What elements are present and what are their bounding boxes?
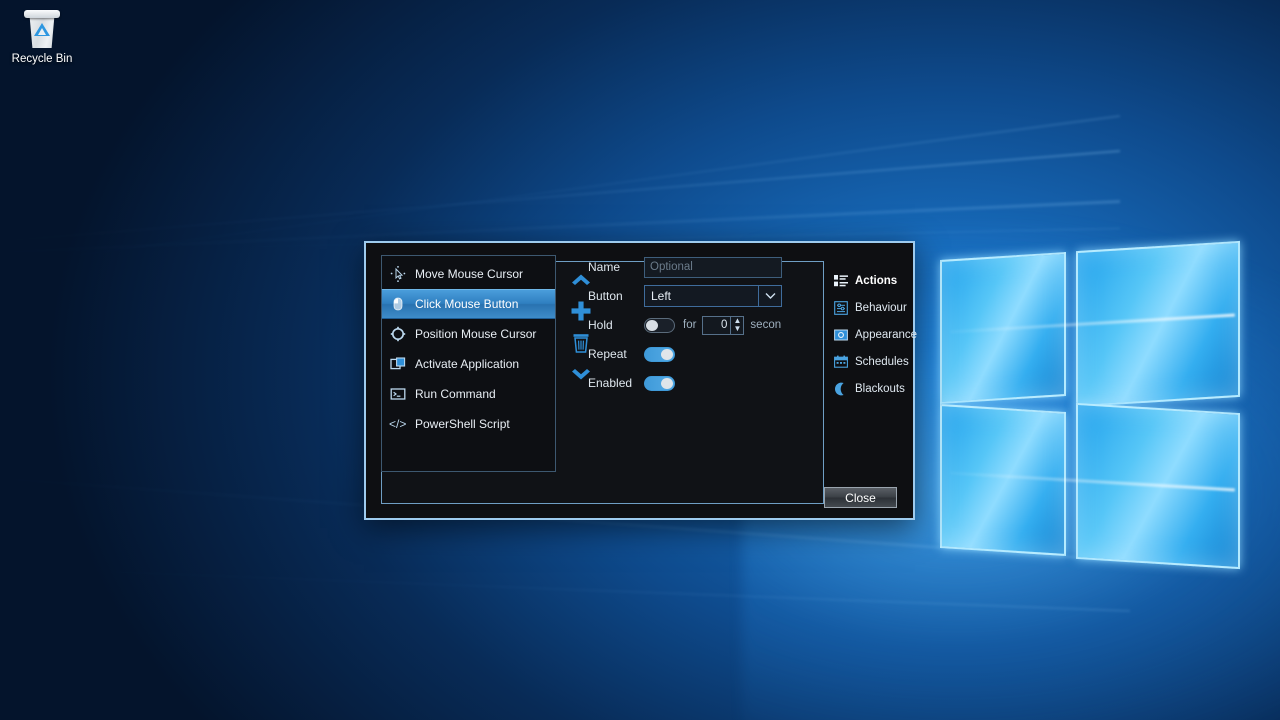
enabled-label: Enabled [588, 376, 633, 390]
window-body: Move Mouse Cursor Click Mouse Button Pos… [366, 243, 918, 518]
click-mouse-button-icon [389, 295, 407, 313]
action-item-activate-application[interactable]: Activate Application [382, 349, 555, 379]
button-label: Button [588, 289, 623, 303]
enabled-toggle[interactable] [644, 375, 675, 391]
hold-toggle[interactable] [644, 317, 675, 333]
nav-item-behaviour[interactable]: Behaviour [834, 294, 914, 321]
repeat-toggle[interactable] [644, 346, 675, 362]
action-item-label: Activate Application [415, 357, 520, 371]
action-item-label: Run Command [415, 387, 496, 401]
repeat-label: Repeat [588, 347, 627, 361]
form-rows: Name Button Left Hold [588, 253, 808, 398]
hold-seconds-label: secon [750, 319, 782, 331]
actions-list-icon [834, 274, 848, 288]
position-mouse-cursor-icon [389, 325, 407, 343]
action-item-run-command[interactable]: Run Command [382, 379, 555, 409]
nav-item-label: Blackouts [855, 382, 905, 395]
nav-item-label: Appearance [855, 328, 918, 341]
repeat-row: Repeat [588, 340, 808, 368]
button-row: Button Left [588, 282, 808, 310]
action-item-label: Position Mouse Cursor [415, 327, 537, 341]
hold-row: Hold for 0 ▲ ▼ secon [588, 311, 808, 339]
action-list[interactable]: Move Mouse Cursor Click Mouse Button Pos… [381, 255, 556, 472]
hold-seconds-value: 0 [721, 319, 728, 331]
hold-for-text: for [683, 319, 697, 331]
nav-item-label: Schedules [855, 355, 909, 368]
hold-seconds-stepper[interactable]: 0 ▲ ▼ [702, 315, 745, 335]
nav-item-label: Actions [855, 274, 898, 287]
nav-item-label: Behaviour [855, 301, 907, 314]
stepper-down-icon[interactable]: ▼ [733, 325, 741, 333]
recycle-bin-desktop-icon[interactable]: Recycle Bin [4, 6, 80, 76]
action-item-click-mouse-button[interactable]: Click Mouse Button [382, 289, 555, 319]
powershell-script-icon: </> [389, 415, 407, 433]
name-label: Name [588, 260, 621, 274]
nav-panel[interactable]: Actions Behaviour Appearance Schedules B… [834, 267, 918, 402]
svg-text:</>: </> [389, 417, 406, 431]
close-button[interactable]: Close [824, 487, 897, 508]
appearance-icon [834, 328, 848, 342]
moon-icon [834, 382, 848, 396]
recycle-bin-icon [22, 8, 62, 50]
action-item-move-mouse-cursor[interactable]: Move Mouse Cursor [382, 259, 555, 289]
behaviour-icon [834, 300, 848, 315]
move-mouse-cursor-icon [389, 265, 407, 283]
enabled-row: Enabled [588, 369, 808, 397]
app-window[interactable]: Move Mouse Cursor Click Mouse Button Pos… [364, 241, 918, 520]
nav-item-blackouts[interactable]: Blackouts [834, 375, 914, 402]
action-item-label: PowerShell Script [415, 417, 510, 431]
name-input[interactable] [644, 256, 782, 278]
nav-item-schedules[interactable]: Schedules [834, 348, 914, 375]
button-select[interactable]: Left [644, 285, 782, 307]
desktop[interactable]: Recycle Bin Move Mouse Cursor Click Mous… [0, 0, 1280, 720]
name-row: Name [588, 253, 808, 281]
action-item-label: Move Mouse Cursor [415, 267, 524, 281]
action-item-powershell-script[interactable]: </> PowerShell Script [382, 409, 555, 439]
action-item-label: Click Mouse Button [415, 297, 519, 311]
hold-label: Hold [588, 318, 613, 332]
nav-item-actions[interactable]: Actions [834, 267, 914, 294]
chevron-down-icon[interactable] [758, 286, 781, 306]
stepper-arrows-icon[interactable]: ▲ ▼ [730, 316, 743, 334]
form-panel: Name Button Left Hold [566, 253, 808, 473]
run-command-icon [389, 385, 407, 403]
recycle-bin-label: Recycle Bin [11, 53, 73, 65]
button-select-value: Left [651, 289, 672, 303]
action-item-position-mouse-cursor[interactable]: Position Mouse Cursor [382, 319, 555, 349]
nav-item-appearance[interactable]: Appearance [834, 321, 918, 348]
calendar-icon [834, 355, 848, 369]
activate-application-icon [389, 355, 407, 373]
